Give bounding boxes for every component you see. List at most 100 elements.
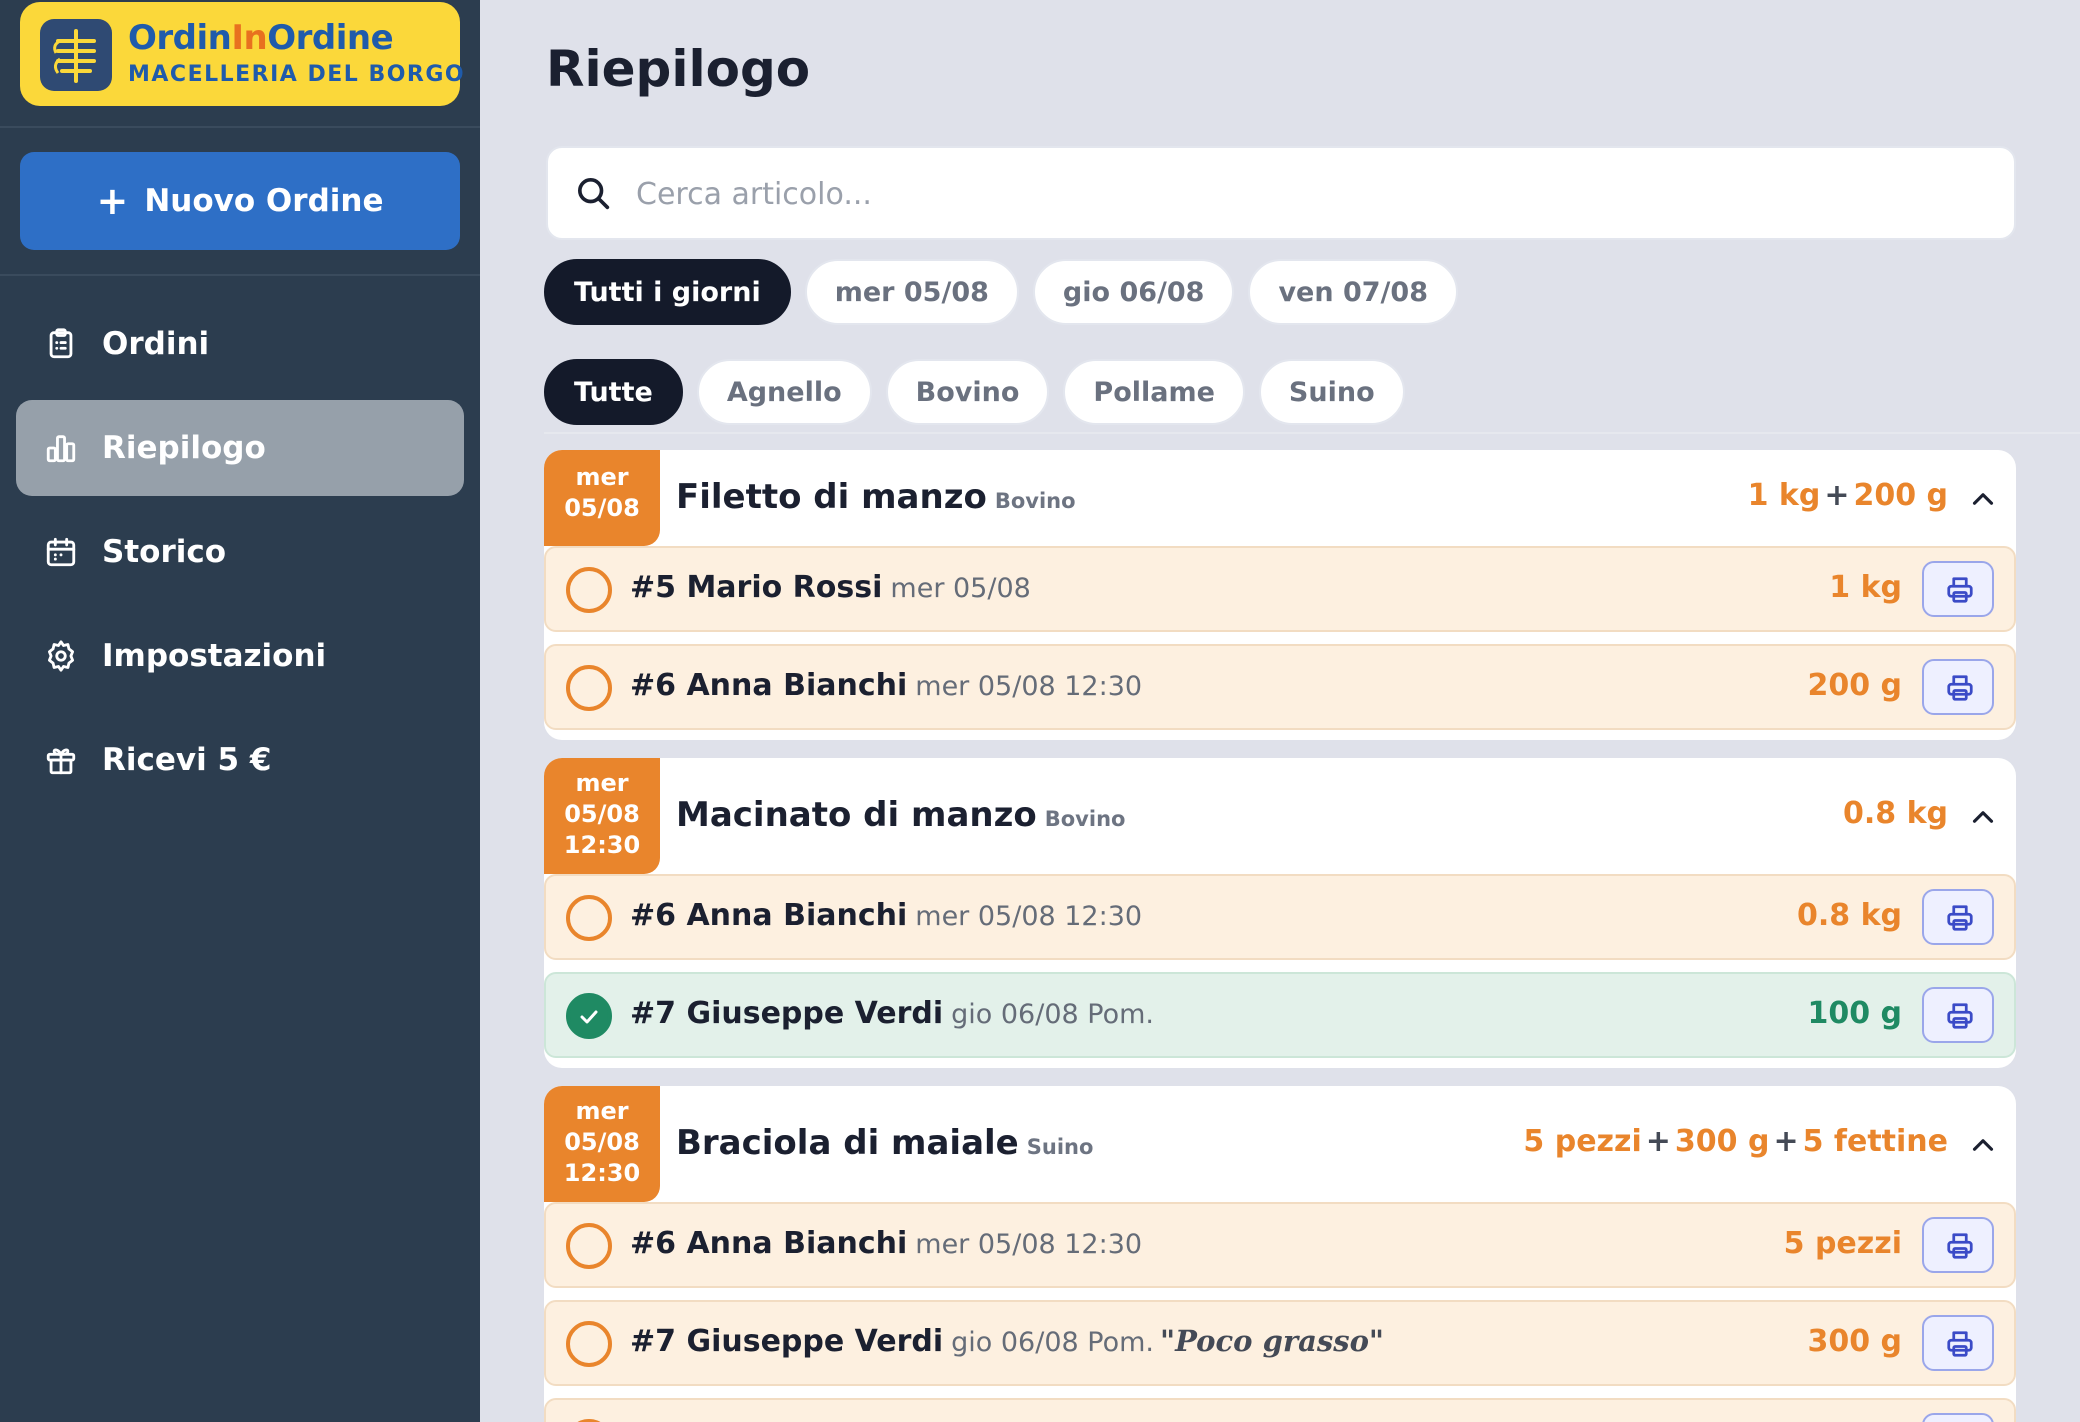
date-badge: mer 05/08 12:30 bbox=[544, 758, 660, 874]
print-button[interactable] bbox=[1922, 987, 1994, 1043]
wheat-logo-icon bbox=[40, 19, 112, 91]
product-category: Bovino bbox=[1044, 807, 1126, 831]
date-badge-date: 05/08 bbox=[564, 800, 640, 828]
category-filter-pollame[interactable]: Pollame bbox=[1063, 359, 1245, 425]
order-time: mer 05/08 bbox=[890, 573, 1031, 604]
status-check-icon[interactable] bbox=[566, 993, 612, 1039]
sidebar-item-riepilogo[interactable]: Riepilogo bbox=[16, 400, 464, 496]
order-row[interactable]: #6 Anna Bianchi mer 05/08 12:30 0.8 kg bbox=[544, 874, 2016, 960]
chevron-up-icon[interactable] bbox=[1966, 800, 2000, 834]
date-badge-time: 12:30 bbox=[563, 831, 641, 859]
sidebar-divider bbox=[0, 274, 480, 276]
date-badge-day: mer bbox=[575, 769, 629, 797]
date-badge-time: 12:30 bbox=[563, 1159, 641, 1187]
date-badge-date: 05/08 bbox=[564, 1128, 640, 1156]
printer-icon bbox=[1947, 1331, 1973, 1357]
date-badge-day: mer bbox=[575, 1097, 629, 1125]
order-row[interactable]: #5 Mario Rossi mer 05/08 1 kg bbox=[544, 546, 2016, 632]
sidebar-item-label: Riepilogo bbox=[102, 430, 266, 466]
sidebar: OrdinInOrdine MACELLERIA DEL BORGO + Nuo… bbox=[0, 0, 480, 1422]
status-circle-icon[interactable] bbox=[566, 1223, 612, 1269]
sidebar-item-label: Impostazioni bbox=[102, 638, 327, 674]
order-time: gio 06/08 Pom. bbox=[951, 1327, 1154, 1358]
product-total-quantity: 5 pezzi +300 g +5 fettine bbox=[1523, 1124, 1948, 1159]
status-circle-icon[interactable] bbox=[566, 567, 612, 613]
print-button[interactable] bbox=[1922, 1413, 1994, 1422]
order-amount: 100 g bbox=[1807, 996, 1902, 1031]
date-badge: mer 05/08 bbox=[544, 450, 660, 546]
printer-icon bbox=[1947, 675, 1973, 701]
chevron-up-icon[interactable] bbox=[1966, 482, 2000, 516]
category-filter-agnello[interactable]: Agnello bbox=[696, 359, 872, 425]
search-bar[interactable] bbox=[546, 146, 2016, 240]
category-filter-all[interactable]: Tutte bbox=[544, 359, 683, 425]
order-customer: #5 Mario Rossi mer 05/08 bbox=[630, 570, 1031, 605]
order-time: mer 05/08 12:30 bbox=[915, 1229, 1143, 1260]
print-button[interactable] bbox=[1922, 659, 1994, 715]
printer-icon bbox=[1947, 577, 1973, 603]
order-row[interactable]: #6 Anna Bianchi mer 05/08 12:30 200 g bbox=[544, 644, 2016, 730]
clipboard-icon bbox=[49, 328, 73, 359]
brand-logo[interactable]: OrdinInOrdine MACELLERIA DEL BORGO bbox=[20, 2, 464, 106]
date-badge-date: 05/08 bbox=[564, 494, 640, 522]
status-circle-icon[interactable] bbox=[566, 665, 612, 711]
date-badge: mer 05/08 12:30 bbox=[544, 1086, 660, 1202]
order-time: mer 05/08 12:30 bbox=[915, 671, 1143, 702]
chevron-up-icon[interactable] bbox=[1966, 1128, 2000, 1162]
category-filter-suino[interactable]: Suino bbox=[1258, 359, 1405, 425]
status-circle-icon[interactable] bbox=[566, 1321, 612, 1367]
order-amount: 300 g bbox=[1807, 1324, 1902, 1359]
order-amount: 5 pezzi bbox=[1783, 1226, 1902, 1261]
order-amount: 200 g bbox=[1807, 668, 1902, 703]
new-order-button[interactable]: + Nuovo Ordine bbox=[20, 152, 460, 250]
print-button[interactable] bbox=[1922, 1217, 1994, 1273]
new-order-label: Nuovo Ordine bbox=[144, 183, 384, 219]
product-title: Braciola di maiale Suino bbox=[676, 1123, 1094, 1163]
gear-icon bbox=[47, 640, 75, 672]
product-group: mer 05/08 12:30 Braciola di maiale Suino … bbox=[544, 1086, 2016, 1422]
order-customer: #6 Anna Bianchi mer 05/08 12:30 bbox=[630, 668, 1143, 703]
print-button[interactable] bbox=[1922, 1315, 1994, 1371]
sidebar-item-label: Ordini bbox=[102, 326, 210, 362]
printer-icon bbox=[1947, 1233, 1973, 1259]
day-filter-all[interactable]: Tutti i giorni bbox=[544, 259, 791, 325]
order-note: "Poco grasso" bbox=[1160, 1324, 1385, 1358]
order-customer: #7 Giuseppe Verdi gio 06/08 Pom. bbox=[630, 996, 1154, 1031]
order-row[interactable]: #7 Giuseppe Verdi gio 06/08 Pom. "Poco gra… bbox=[544, 1300, 2016, 1386]
print-button[interactable] bbox=[1922, 561, 1994, 617]
date-badge-day: mer bbox=[575, 463, 629, 491]
day-filter-ven[interactable]: ven 07/08 bbox=[1248, 259, 1458, 325]
brand-name: OrdinInOrdine bbox=[128, 18, 394, 58]
day-filter-mer[interactable]: mer 05/08 bbox=[804, 259, 1019, 325]
filter-divider bbox=[544, 432, 2080, 434]
order-customer: #6 Anna Bianchi mer 05/08 12:30 bbox=[630, 898, 1143, 933]
product-category: Bovino bbox=[994, 489, 1076, 513]
calendar-icon bbox=[46, 537, 76, 567]
order-amount: 1 kg bbox=[1829, 570, 1902, 605]
sidebar-item-ricevi[interactable]: Ricevi 5 € bbox=[16, 712, 464, 808]
product-category: Suino bbox=[1026, 1135, 1094, 1159]
sidebar-item-label: Storico bbox=[102, 534, 227, 570]
sidebar-item-storico[interactable]: Storico bbox=[16, 504, 464, 600]
bar-chart-icon bbox=[46, 435, 76, 463]
category-filter-bovino[interactable]: Bovino bbox=[885, 359, 1050, 425]
order-customer: #6 Anna Bianchi mer 05/08 12:30 bbox=[630, 1226, 1143, 1261]
product-group: mer 05/08 Filetto di manzo Bovino 1 kg +20… bbox=[544, 450, 2016, 740]
product-total-quantity: 1 kg +200 g bbox=[1747, 478, 1948, 513]
print-button[interactable] bbox=[1922, 889, 1994, 945]
order-row[interactable]: #6 Anna Bianchi mer 05/08 12:30 5 pezzi bbox=[544, 1202, 2016, 1288]
category-filter-bar: Tutte Agnello Bovino Pollame Suino bbox=[544, 359, 1405, 425]
order-row[interactable] bbox=[544, 1398, 2016, 1422]
status-circle-icon[interactable] bbox=[566, 895, 612, 941]
plus-icon: + bbox=[96, 179, 129, 223]
search-input[interactable] bbox=[636, 166, 1976, 222]
day-filter-bar: Tutti i giorni mer 05/08 gio 06/08 ven 0… bbox=[544, 259, 1458, 325]
page-title: Riepilogo bbox=[546, 40, 811, 98]
product-group: mer 05/08 12:30 Macinato di manzo Bovino … bbox=[544, 758, 2016, 1068]
order-row[interactable]: #7 Giuseppe Verdi gio 06/08 Pom. 100 g bbox=[544, 972, 2016, 1058]
printer-icon bbox=[1947, 1003, 1973, 1029]
search-icon bbox=[578, 178, 610, 210]
day-filter-gio[interactable]: gio 06/08 bbox=[1032, 259, 1235, 325]
sidebar-item-impostazioni[interactable]: Impostazioni bbox=[16, 608, 464, 704]
sidebar-item-ordini[interactable]: Ordini bbox=[16, 296, 464, 392]
